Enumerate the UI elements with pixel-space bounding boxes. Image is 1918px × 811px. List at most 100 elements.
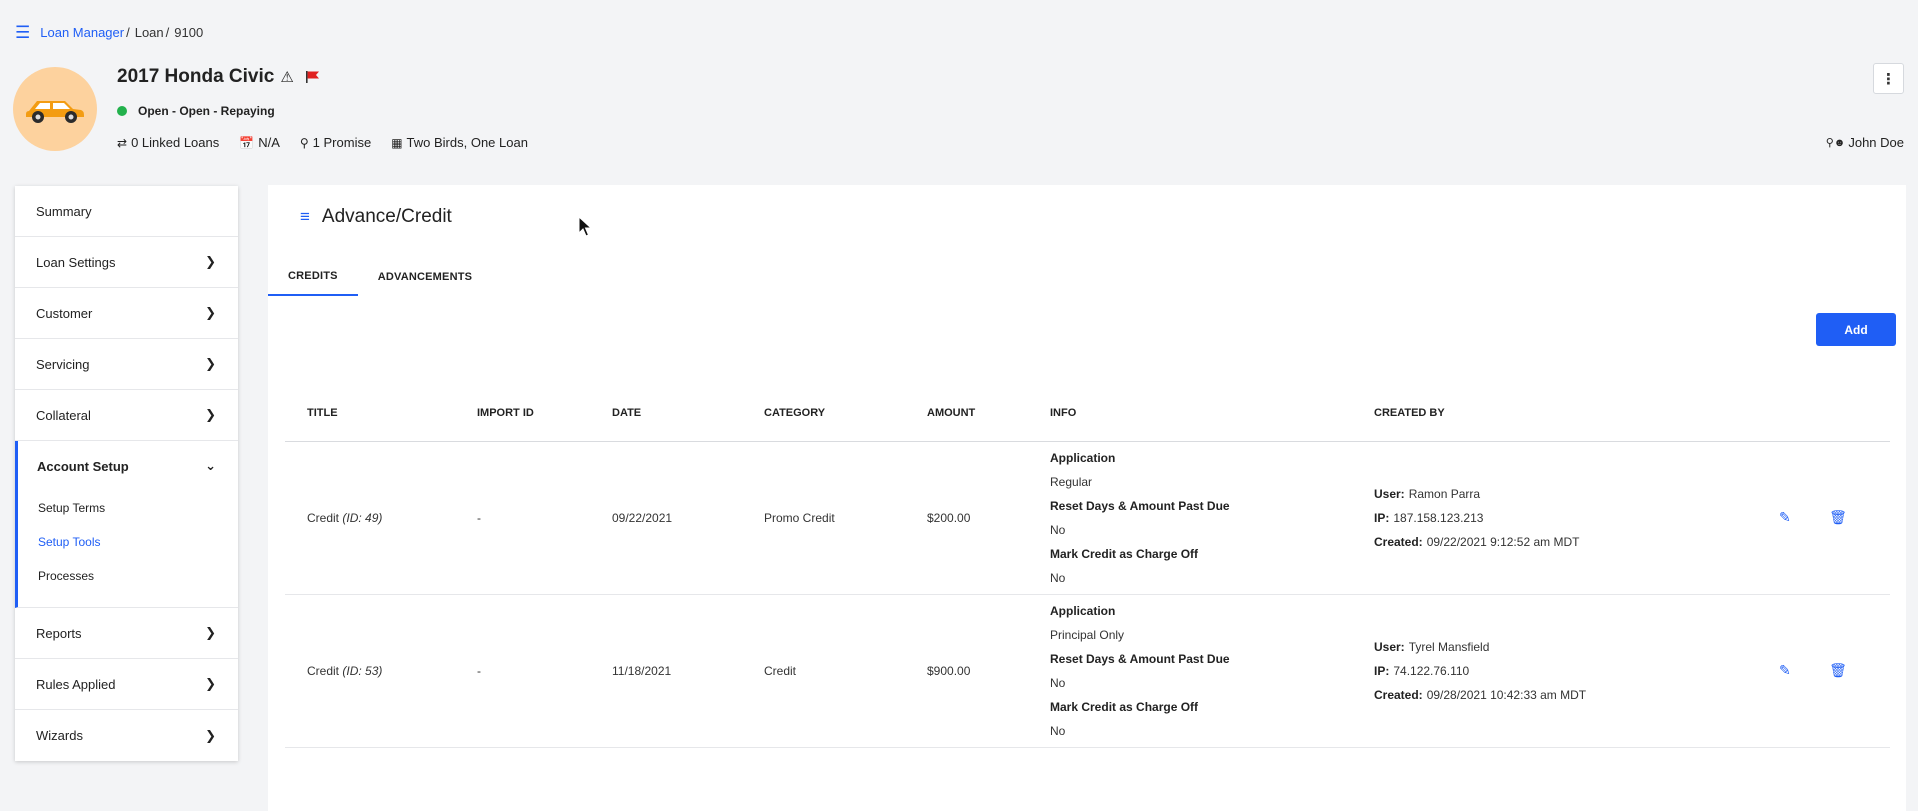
mouse-cursor-icon	[578, 216, 592, 237]
tab-advancements[interactable]: ADVANCEMENTS	[358, 258, 492, 296]
promise-info[interactable]: ⚲ 1 Promise	[300, 135, 371, 150]
created-date: 09/22/2021 9:12:52 am MDT	[1426, 534, 1580, 549]
credit-id: (ID: 49)	[342, 510, 383, 525]
swap-icon: ⇄	[117, 135, 128, 150]
column-header-title[interactable]: TITLE	[285, 385, 455, 442]
column-header-info[interactable]: INFO	[1028, 385, 1352, 442]
chevron-right-icon: ❯	[205, 676, 216, 691]
list-menu-icon[interactable]: ≡	[300, 207, 310, 227]
hamburger-menu-icon[interactable]: ☰	[15, 24, 30, 41]
sidebar-item-label: Account Setup	[37, 458, 129, 474]
chevron-down-icon: ⌄	[205, 458, 216, 473]
sidebar-item-label: Rules Applied	[36, 676, 116, 692]
owner-name: John Doe	[1848, 135, 1904, 150]
info-value: No	[1050, 723, 1066, 738]
table-row: Credit (ID: 49) - 09/22/2021 Promo Credi…	[285, 441, 1890, 595]
status-badge: Open - Open - Repaying	[117, 104, 275, 118]
info-label: Reset Days & Amount Past Due	[1050, 651, 1230, 666]
created-ip: 187.158.123.213	[1393, 510, 1484, 525]
chevron-right-icon: ❯	[205, 727, 216, 743]
created-ip-label: IP:	[1374, 663, 1390, 678]
portfolio-label: Two Birds, One Loan	[406, 135, 528, 150]
credit-title: Credit	[307, 510, 340, 525]
edit-icon[interactable]: ✎	[1779, 509, 1791, 525]
sidebar-item-servicing[interactable]: Servicing ❯	[15, 339, 238, 390]
cell-date: 09/22/2021	[590, 441, 742, 595]
cell-info: Application Regular Reset Days & Amount …	[1028, 441, 1352, 595]
breadcrumb-loan: Loan	[134, 25, 164, 40]
credits-table: TITLE IMPORT ID DATE CATEGORY AMOUNT INF…	[285, 385, 1890, 748]
breadcrumb-loan-manager[interactable]: Loan Manager	[40, 25, 124, 40]
tab-credits[interactable]: CREDITS	[268, 258, 358, 296]
trash-icon[interactable]: 🗑	[1829, 662, 1847, 678]
breadcrumb-separator: /	[126, 25, 130, 40]
info-value: No	[1050, 570, 1066, 585]
status-dot-icon	[117, 106, 127, 116]
sidebar-item-label: Customer	[36, 305, 93, 321]
trash-icon[interactable]: 🗑	[1829, 509, 1847, 525]
portfolio-info[interactable]: ▦ Two Birds, One Loan	[391, 135, 528, 150]
created-user: Tyrel Mansfield	[1408, 639, 1490, 654]
sidebar: Summary Loan Settings ❯ Customer ❯ Servi…	[15, 186, 238, 761]
column-header-date[interactable]: DATE	[590, 385, 742, 442]
table-header-row: TITLE IMPORT ID DATE CATEGORY AMOUNT INF…	[285, 385, 1890, 442]
credit-id: (ID: 53)	[342, 663, 383, 678]
loan-title-text: 2017 Honda Civic	[117, 66, 275, 87]
created-user-label: User:	[1374, 639, 1405, 654]
loan-meta: ⇄ 0 Linked Loans 📅 N/A ⚲ 1 Promise ▦ Two…	[117, 135, 548, 150]
sidebar-item-reports[interactable]: Reports ❯	[15, 608, 238, 659]
sidebar-item-label: Wizards	[36, 728, 83, 743]
sidebar-item-rules-applied[interactable]: Rules Applied ❯	[15, 659, 238, 710]
column-header-created-by[interactable]: CREATED BY	[1352, 385, 1757, 442]
sidebar-item-customer[interactable]: Customer ❯	[15, 288, 238, 339]
sidebar-subitem-setup-terms[interactable]: Setup Terms	[18, 491, 238, 525]
kebab-menu-icon[interactable]: ⋮	[1873, 63, 1904, 94]
sidebar-item-collateral[interactable]: Collateral ❯	[15, 390, 238, 441]
created-user: Ramon Parra	[1408, 486, 1481, 501]
linked-loans[interactable]: ⇄ 0 Linked Loans	[117, 135, 219, 150]
cell-import-id: -	[455, 594, 590, 748]
created-ip: 74.122.76.110	[1393, 663, 1470, 678]
sidebar-subitem-setup-tools[interactable]: Setup Tools	[18, 525, 238, 559]
sidebar-item-label: Servicing	[36, 356, 90, 372]
sidebar-section-account-setup: Account Setup ⌄ Setup Terms Setup Tools …	[15, 441, 238, 608]
car-icon	[26, 101, 84, 123]
flag-icon[interactable]	[305, 71, 320, 83]
cell-created-by: User: Ramon Parra IP: 187.158.123.213 Crea…	[1352, 441, 1757, 595]
cell-amount: $900.00	[905, 594, 1028, 748]
info-label: Reset Days & Amount Past Due	[1050, 498, 1230, 513]
cell-category: Promo Credit	[742, 441, 905, 595]
map-pin-icon: ⚲	[299, 135, 309, 150]
created-date-label: Created:	[1374, 534, 1423, 549]
column-header-actions	[1757, 385, 1890, 442]
warning-icon[interactable]: ⚠	[280, 68, 293, 86]
sidebar-item-summary[interactable]: Summary	[15, 186, 238, 237]
breadcrumb-separator: /	[165, 25, 170, 40]
add-button[interactable]: Add	[1816, 313, 1896, 346]
edit-icon[interactable]: ✎	[1779, 662, 1791, 678]
loan-owner[interactable]: ⚲☻ John Doe	[1826, 135, 1904, 150]
sidebar-item-loan-settings[interactable]: Loan Settings ❯	[15, 237, 238, 288]
main-card: ≡ Advance/Credit CREDITS ADVANCEMENTS Ad…	[268, 185, 1906, 811]
column-header-category[interactable]: CATEGORY	[742, 385, 905, 442]
info-value: No	[1050, 675, 1066, 690]
breadcrumb-loan-id: 9100	[174, 25, 204, 40]
created-user-label: User:	[1374, 486, 1405, 501]
sidebar-item-label: Loan Settings	[36, 254, 116, 270]
sidebar-item-wizards[interactable]: Wizards ❯	[15, 710, 238, 761]
created-ip-label: IP:	[1374, 510, 1390, 525]
cell-actions: ✎ 🗑	[1757, 441, 1890, 595]
cell-date: 11/18/2021	[590, 594, 742, 748]
column-header-amount[interactable]: AMOUNT	[905, 385, 1028, 442]
sidebar-item-account-setup[interactable]: Account Setup ⌄	[18, 441, 238, 491]
column-header-import-id[interactable]: IMPORT ID	[455, 385, 590, 442]
chevron-right-icon: ❯	[205, 356, 216, 371]
status-text: Open - Open - Repaying	[138, 104, 275, 118]
breadcrumb: ☰ Loan Manager / Loan / 9100	[15, 24, 203, 41]
sidebar-subitem-processes[interactable]: Processes	[18, 559, 238, 593]
cell-actions: ✎ 🗑	[1757, 594, 1890, 748]
calendar-check-icon: 📅	[239, 135, 255, 150]
cell-import-id: -	[455, 441, 590, 595]
cell-info: Application Principal Only Reset Days & …	[1028, 594, 1352, 748]
info-label: Application	[1050, 603, 1116, 618]
